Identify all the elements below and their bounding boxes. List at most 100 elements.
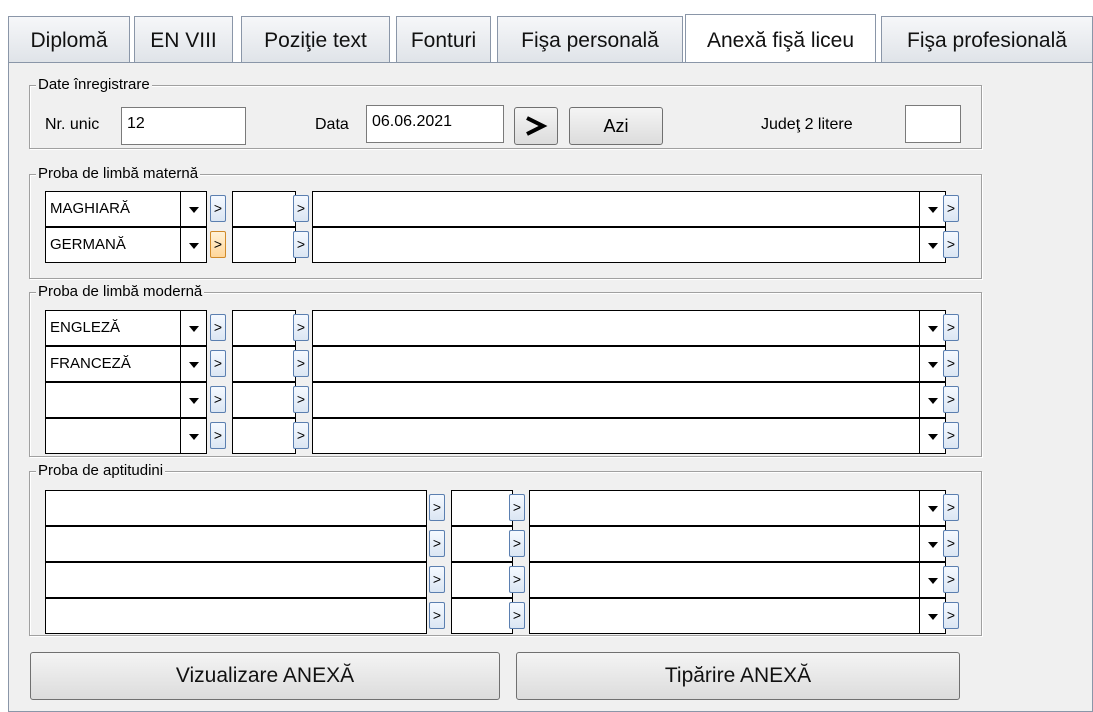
tab-diploma[interactable]: Diplomă [8, 16, 130, 63]
maternal-description-field[interactable] [312, 191, 920, 227]
modern-description-field[interactable] [312, 346, 920, 382]
aptitude-row: > > > [45, 490, 963, 526]
aptitude-row: > > > [45, 598, 963, 634]
aptitude-description-field[interactable] [529, 490, 920, 526]
aptitude-description-field[interactable] [529, 526, 920, 562]
modern-description-button[interactable]: > [943, 386, 959, 413]
maternal-language-select[interactable]: GERMANĂ [45, 227, 181, 263]
aptitude-description-field[interactable] [529, 562, 920, 598]
chevron-down-icon[interactable] [181, 346, 207, 382]
aptitude-grade-field[interactable] [451, 598, 513, 634]
modern-description-button[interactable]: > [943, 314, 959, 341]
judet-input[interactable] [905, 105, 961, 143]
right-arrow-icon [526, 116, 548, 136]
modern-language-select[interactable]: FRANCEZĂ [45, 346, 181, 382]
modern-language-button[interactable]: > [210, 350, 226, 377]
preview-annex-button[interactable]: Vizualizare ANEXĂ [30, 652, 500, 700]
maternal-grade-field[interactable] [232, 191, 296, 227]
maternal-description-button[interactable]: > [943, 231, 959, 258]
aptitude-grade-button[interactable]: > [509, 566, 525, 593]
aptitude-name-button[interactable]: > [429, 602, 445, 629]
modern-description-field[interactable] [312, 418, 920, 454]
aptitude-name-button[interactable]: > [429, 566, 445, 593]
chevron-down-icon[interactable] [181, 418, 207, 454]
tab-en-viii[interactable]: EN VIII [134, 16, 233, 63]
tab-page-anexa: Date înregistrare Nr. unic 12 Data 06.06… [8, 62, 1093, 712]
chevron-down-icon[interactable] [181, 382, 207, 418]
tab-fisa-profesionala[interactable]: Fişa profesională [881, 16, 1093, 63]
maternal-description-button[interactable]: > [943, 195, 959, 222]
aptitude-description-button[interactable]: > [943, 566, 959, 593]
aptitude-grade-button[interactable]: > [509, 602, 525, 629]
maternal-language-button[interactable]: > [210, 231, 226, 258]
aptitude-name-button[interactable]: > [429, 530, 445, 557]
maternal-language-select[interactable]: MAGHIARĂ [45, 191, 181, 227]
modern-description-field[interactable] [312, 310, 920, 346]
tab-pozitie-text[interactable]: Poziţie text [241, 16, 390, 63]
modern-description-button[interactable]: > [943, 350, 959, 377]
data-label: Data [315, 116, 349, 133]
aptitude-description-button[interactable]: > [943, 494, 959, 521]
aptitude-grade-button[interactable]: > [509, 494, 525, 521]
tab-fisa-personala[interactable]: Fişa personală [497, 16, 683, 63]
maternal-row: MAGHIARĂ > > > [45, 191, 963, 227]
aptitude-description-field[interactable] [529, 598, 920, 634]
aptitude-grade-button[interactable]: > [509, 530, 525, 557]
registration-group-title: Date înregistrare [36, 76, 152, 94]
modern-row: ENGLEZĂ > > > [45, 310, 963, 346]
modern-grade-field[interactable] [232, 418, 296, 454]
chevron-down-icon[interactable] [181, 310, 207, 346]
nr-unic-label: Nr. unic [45, 116, 100, 133]
aptitude-name-field[interactable] [45, 562, 427, 598]
modern-grade-button[interactable]: > [293, 350, 309, 377]
modern-grade-field[interactable] [232, 346, 296, 382]
modern-language-select[interactable] [45, 382, 181, 418]
maternal-description-field[interactable] [312, 227, 920, 263]
modern-grade-button[interactable]: > [293, 386, 309, 413]
modern-language-button[interactable]: > [210, 422, 226, 449]
maternal-grade-field[interactable] [232, 227, 296, 263]
tab-anexa-fisa-liceu[interactable]: Anexă fişă liceu [685, 14, 876, 64]
tab-strip: Diplomă EN VIII Poziţie text Fonturi Fiş… [8, 14, 1093, 64]
maternal-grade-button[interactable]: > [293, 195, 309, 222]
aptitude-grade-field[interactable] [451, 562, 513, 598]
print-annex-button[interactable]: Tipărire ANEXĂ [516, 652, 960, 700]
modern-grade-button[interactable]: > [293, 422, 309, 449]
maternal-language-group-title: Proba de limbă maternă [36, 165, 201, 183]
aptitude-name-field[interactable] [45, 526, 427, 562]
modern-language-group-title: Proba de limbă modernă [36, 283, 205, 301]
aptitude-name-button[interactable]: > [429, 494, 445, 521]
nr-unic-input[interactable]: 12 [121, 107, 246, 145]
chevron-down-icon[interactable] [181, 227, 207, 263]
modern-description-button[interactable]: > [943, 422, 959, 449]
modern-language-button[interactable]: > [210, 314, 226, 341]
modern-language-button[interactable]: > [210, 386, 226, 413]
aptitude-row: > > > [45, 526, 963, 562]
modern-grade-field[interactable] [232, 310, 296, 346]
chevron-down-icon[interactable] [181, 191, 207, 227]
judet-label: Judeţ 2 litere [761, 116, 853, 133]
date-input[interactable]: 06.06.2021 [366, 105, 504, 143]
aptitude-row: > > > [45, 562, 963, 598]
modern-grade-field[interactable] [232, 382, 296, 418]
modern-row: FRANCEZĂ > > > [45, 346, 963, 382]
date-go-button[interactable] [514, 107, 558, 145]
tab-fonturi[interactable]: Fonturi [396, 16, 491, 63]
aptitude-grade-field[interactable] [451, 526, 513, 562]
maternal-grade-button[interactable]: > [293, 231, 309, 258]
modern-row: > > > [45, 382, 963, 418]
aptitude-grade-field[interactable] [451, 490, 513, 526]
aptitude-description-button[interactable]: > [943, 530, 959, 557]
modern-language-select[interactable] [45, 418, 181, 454]
aptitude-group-title: Proba de aptitudini [36, 462, 166, 480]
modern-language-select[interactable]: ENGLEZĂ [45, 310, 181, 346]
modern-grade-button[interactable]: > [293, 314, 309, 341]
aptitude-name-field[interactable] [45, 490, 427, 526]
aptitude-description-button[interactable]: > [943, 602, 959, 629]
aptitude-name-field[interactable] [45, 598, 427, 634]
modern-row: > > > [45, 418, 963, 454]
modern-description-field[interactable] [312, 382, 920, 418]
maternal-row: GERMANĂ > > > [45, 227, 963, 263]
maternal-language-button[interactable]: > [210, 195, 226, 222]
today-button[interactable]: Azi [569, 107, 663, 145]
